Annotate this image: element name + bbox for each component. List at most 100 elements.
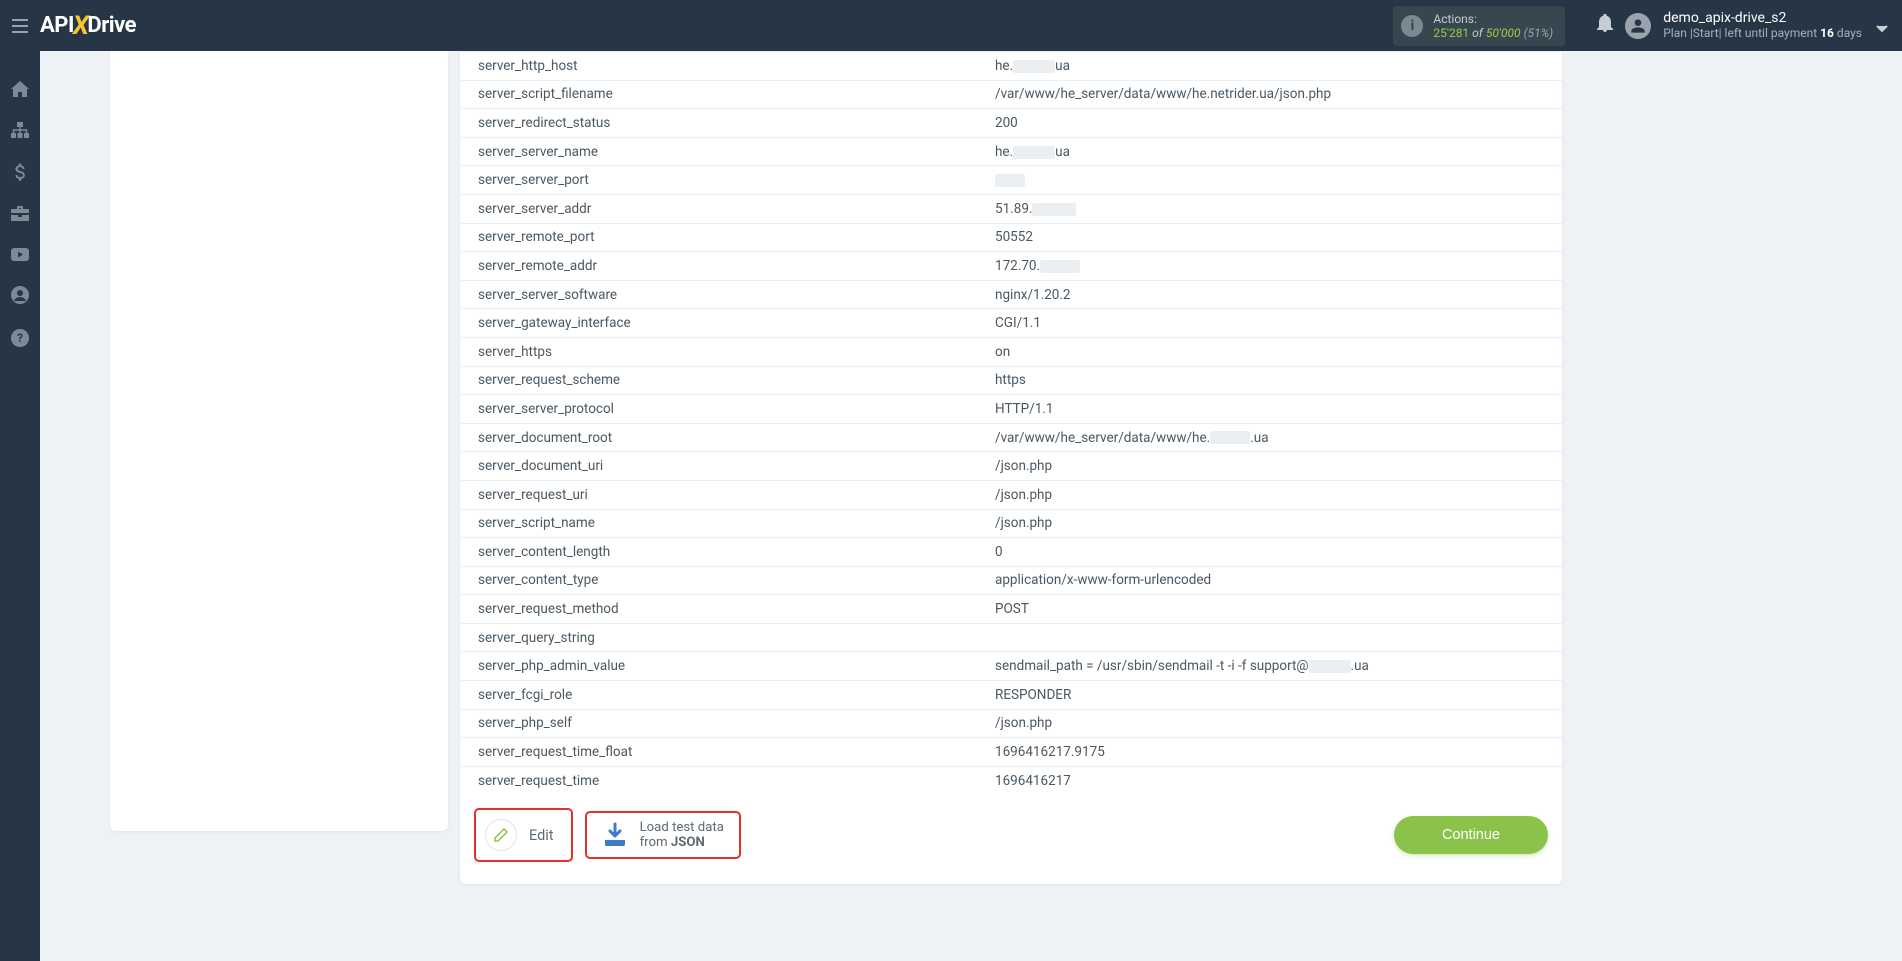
footer-row: Edit Load test data from JSON Continue xyxy=(460,808,1562,862)
table-row: server_request_time_float1696416217.9175 xyxy=(460,738,1562,767)
table-row: server_fcgi_roleRESPONDER xyxy=(460,681,1562,710)
sidebar-help[interactable]: ? xyxy=(0,329,40,352)
row-value: on xyxy=(985,337,1562,366)
redacted xyxy=(995,174,1025,187)
topbar: API X Drive i Actions: 25'281 of 50'000 … xyxy=(0,0,1902,51)
table-row: server_server_addr51.89. xyxy=(460,194,1562,223)
youtube-icon xyxy=(11,248,29,261)
row-value xyxy=(985,166,1562,195)
sidebar-tools[interactable] xyxy=(0,206,40,226)
row-key: server_server_addr xyxy=(460,194,985,223)
row-value: nginx/1.20.2 xyxy=(985,280,1562,309)
table-row: server_server_protocolHTTP/1.1 xyxy=(460,395,1562,424)
row-value: RESPONDER xyxy=(985,681,1562,710)
dollar-icon xyxy=(15,163,25,181)
avatar-icon xyxy=(1625,13,1651,39)
row-value: https xyxy=(985,366,1562,395)
user-name: demo_apix-drive_s2 xyxy=(1663,11,1862,26)
row-key: server_gateway_interface xyxy=(460,309,985,338)
table-row: server_php_self/json.php xyxy=(460,709,1562,738)
row-key: server_request_time_float xyxy=(460,738,985,767)
row-value xyxy=(985,623,1562,652)
table-row: server_request_methodPOST xyxy=(460,595,1562,624)
row-value: /json.php xyxy=(985,452,1562,481)
logo-part1: API xyxy=(40,13,74,38)
row-value: POST xyxy=(985,595,1562,624)
row-value: 172.70. xyxy=(985,252,1562,281)
redacted xyxy=(1210,431,1250,444)
sidebar-connections[interactable] xyxy=(0,122,40,143)
table-row: server_server_softwarenginx/1.20.2 xyxy=(460,280,1562,309)
sidebar-home[interactable] xyxy=(0,81,40,102)
load-line1: Load test data xyxy=(640,820,724,835)
row-key: server_request_method xyxy=(460,595,985,624)
table-row: server_query_string xyxy=(460,623,1562,652)
row-key: server_fcgi_role xyxy=(460,681,985,710)
load-json-button[interactable]: Load test data from JSON xyxy=(592,818,734,852)
sidebar-video[interactable] xyxy=(0,246,40,266)
left-panel xyxy=(110,51,448,831)
row-value: /json.php xyxy=(985,709,1562,738)
row-value: /var/www/he_server/data/www/he..ua xyxy=(985,423,1562,452)
actions-pct: (51%) xyxy=(1524,26,1554,40)
redacted xyxy=(1032,203,1076,216)
scroll-area[interactable]: server_http_hosthe.uaserver_script_filen… xyxy=(40,51,1902,961)
continue-button[interactable]: Continue xyxy=(1394,816,1548,854)
row-key: server_script_filename xyxy=(460,80,985,109)
row-key: server_server_protocol xyxy=(460,395,985,424)
pencil-icon-wrap xyxy=(485,819,517,851)
row-key: server_query_string xyxy=(460,623,985,652)
table-row: server_request_uri/json.php xyxy=(460,480,1562,509)
user-menu-caret[interactable] xyxy=(1876,18,1888,37)
actions-counter[interactable]: i Actions: 25'281 of 50'000 (51%) xyxy=(1393,6,1565,46)
redacted xyxy=(1013,60,1055,73)
row-key: server_redirect_status xyxy=(460,109,985,138)
briefcase-icon xyxy=(11,206,29,221)
user-circle-icon xyxy=(11,286,29,304)
left-sidebar: ? xyxy=(0,51,40,961)
bell-icon xyxy=(1597,14,1613,32)
info-icon: i xyxy=(1401,15,1423,37)
notifications-button[interactable] xyxy=(1585,14,1625,37)
chevron-down-icon xyxy=(1876,25,1888,33)
table-row: server_request_time1696416217 xyxy=(460,766,1562,794)
table-row: server_content_typeapplication/x-www-for… xyxy=(460,566,1562,595)
menu-toggle[interactable] xyxy=(0,19,40,33)
pencil-icon xyxy=(493,827,509,843)
hamburger-icon xyxy=(12,19,28,33)
data-table: server_http_hosthe.uaserver_script_filen… xyxy=(460,51,1562,794)
row-key: server_php_admin_value xyxy=(460,652,985,681)
row-value: 51.89. xyxy=(985,194,1562,223)
user-menu[interactable]: demo_apix-drive_s2 Plan |Start| left unt… xyxy=(1625,11,1902,41)
sidebar-billing[interactable] xyxy=(0,163,40,186)
edit-button[interactable]: Edit xyxy=(481,815,566,855)
row-key: server_server_software xyxy=(460,280,985,309)
sidebar-account[interactable] xyxy=(0,286,40,309)
table-row: server_server_namehe.ua xyxy=(460,137,1562,166)
table-row: server_gateway_interfaceCGI/1.1 xyxy=(460,309,1562,338)
logo[interactable]: API X Drive xyxy=(40,11,136,41)
row-key: server_remote_addr xyxy=(460,252,985,281)
user-days-num: 16 xyxy=(1820,26,1834,40)
table-row: server_document_uri/json.php xyxy=(460,452,1562,481)
row-key: server_request_uri xyxy=(460,480,985,509)
actions-text: Actions: 25'281 of 50'000 (51%) xyxy=(1433,12,1553,40)
table-row: server_php_admin_valuesendmail_path = /u… xyxy=(460,652,1562,681)
download-icon xyxy=(602,822,628,848)
user-text: demo_apix-drive_s2 Plan |Start| left unt… xyxy=(1663,11,1862,41)
redacted xyxy=(1013,146,1055,159)
load-line2a: from xyxy=(640,835,671,850)
user-plan-prefix: Plan |Start| left until payment xyxy=(1663,26,1817,40)
table-row: server_request_schemehttps xyxy=(460,366,1562,395)
row-value: /json.php xyxy=(985,480,1562,509)
row-value: he.ua xyxy=(985,52,1562,81)
row-key: server_script_name xyxy=(460,509,985,538)
load-line2b: JSON xyxy=(671,835,705,850)
logo-part2: Drive xyxy=(87,13,136,38)
table-row: server_content_length0 xyxy=(460,538,1562,567)
table-row: server_document_root/var/www/he_server/d… xyxy=(460,423,1562,452)
row-value: 50552 xyxy=(985,223,1562,252)
row-value: HTTP/1.1 xyxy=(985,395,1562,424)
actions-count: 25'281 xyxy=(1433,26,1469,40)
question-circle-icon: ? xyxy=(11,329,29,347)
